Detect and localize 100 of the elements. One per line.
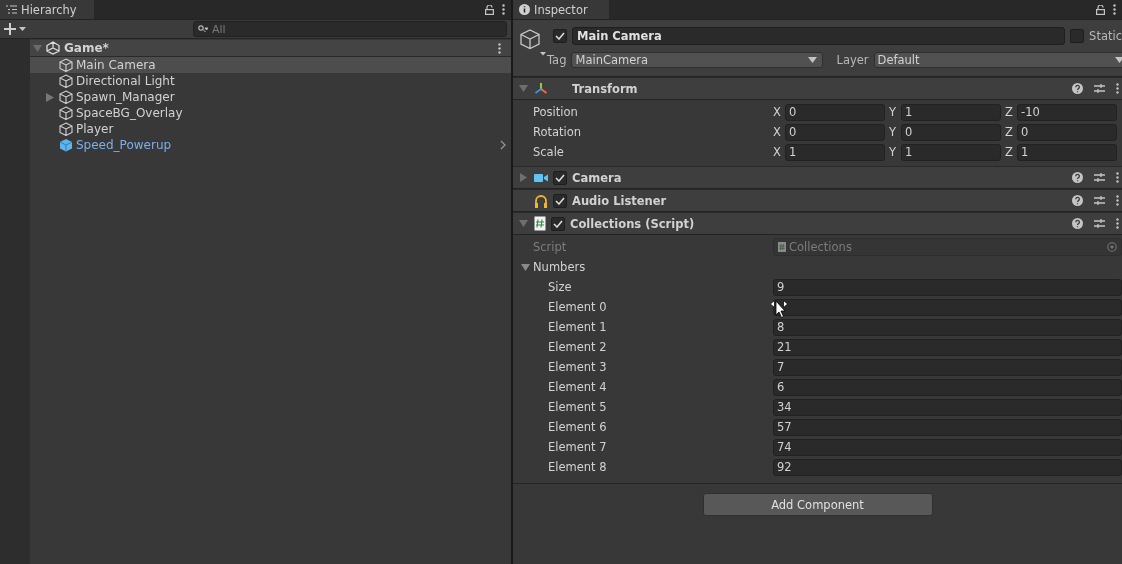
number-field[interactable]: 6 (773, 378, 1122, 396)
property-label: Element 8 (547, 460, 608, 474)
more-icon[interactable] (498, 42, 501, 54)
help-icon[interactable] (1072, 172, 1083, 183)
number-field[interactable]: 57 (773, 418, 1122, 436)
cube-icon (59, 138, 73, 152)
enabled-checkbox[interactable] (553, 193, 567, 208)
number-field[interactable]: 1 (1017, 143, 1117, 161)
scene-row[interactable]: Game* (30, 40, 511, 57)
number-field[interactable]: 0 (1017, 123, 1117, 141)
caret-icon (1115, 57, 1122, 63)
more-icon[interactable] (1116, 218, 1119, 229)
hierarchy-item[interactable]: Player (30, 121, 511, 137)
cube-icon (59, 106, 73, 120)
hierarchy-item[interactable]: Spawn_Manager (30, 89, 511, 105)
add-component-button[interactable]: Add Component (702, 493, 933, 516)
cube-icon (59, 74, 73, 88)
static-checkbox[interactable] (1070, 29, 1085, 43)
layer-dropdown[interactable]: Default (873, 52, 1122, 68)
caret-icon (808, 57, 818, 63)
property-label: Script (532, 240, 568, 254)
property-label: Element 1 (547, 320, 608, 334)
property-label: Rotation (532, 125, 583, 139)
component-header[interactable]: Transform (513, 77, 1122, 100)
add-dropdown-icon[interactable] (4, 23, 28, 35)
help-icon[interactable] (1072, 195, 1083, 206)
component-title: Camera (572, 170, 622, 185)
hierarchy-item[interactable]: Main Camera (30, 57, 511, 73)
more-icon[interactable] (502, 4, 505, 15)
number-field[interactable] (773, 298, 1122, 316)
chevron-right-icon[interactable] (500, 140, 506, 150)
list-icon (6, 5, 17, 14)
inspector-tab[interactable]: Inspector (513, 0, 609, 19)
sliders-icon[interactable] (1094, 83, 1105, 94)
unity-logo-icon (46, 41, 60, 55)
cube-icon (59, 90, 73, 104)
active-checkbox[interactable] (553, 29, 567, 43)
hierarchy-tab[interactable]: Hierarchy (0, 0, 94, 19)
number-field[interactable]: -10 (1017, 103, 1117, 121)
component-header[interactable]: Camera (513, 166, 1122, 189)
axis-label: Y (889, 105, 897, 119)
sliders-icon[interactable] (1094, 218, 1105, 229)
axis-label: Z (1005, 145, 1013, 159)
lock-icon[interactable] (485, 4, 494, 15)
help-icon[interactable] (1072, 83, 1083, 94)
more-icon[interactable] (1113, 4, 1116, 15)
number-field[interactable]: 1 (901, 103, 1001, 121)
hierarchy-item[interactable]: Directional Light (30, 73, 511, 89)
search-icon (198, 25, 208, 33)
search-field[interactable]: All (193, 21, 507, 37)
number-field[interactable]: 0 (785, 103, 885, 121)
component-header[interactable]: Collections (Script) (513, 212, 1122, 235)
component-header[interactable]: Audio Listener (513, 189, 1122, 212)
number-field[interactable]: 8 (773, 318, 1122, 336)
property-label: Size (547, 280, 573, 294)
number-field[interactable]: 74 (773, 438, 1122, 456)
more-icon[interactable] (1116, 83, 1119, 94)
expand-arrow-icon[interactable] (46, 92, 54, 102)
hierarchy-item[interactable]: Speed_Powerup (30, 137, 511, 153)
target-icon[interactable] (1107, 242, 1117, 252)
axis-label: X (773, 125, 781, 139)
sliders-icon[interactable] (1094, 172, 1105, 183)
number-field[interactable]: 92 (773, 458, 1122, 476)
more-icon[interactable] (1116, 172, 1119, 183)
sliders-icon[interactable] (1094, 195, 1105, 206)
number-field[interactable]: 7 (773, 358, 1122, 376)
property-label: Element 4 (547, 380, 608, 394)
info-icon (519, 4, 530, 15)
static-label: Static (1089, 29, 1122, 43)
list-label: Numbers (533, 260, 586, 274)
number-field[interactable]: 1 (901, 143, 1001, 161)
lock-icon[interactable] (1096, 4, 1105, 15)
property-label: Element 6 (547, 420, 608, 434)
enabled-checkbox[interactable] (553, 170, 567, 185)
number-field[interactable]: 0 (785, 123, 885, 141)
property-label: Scale (532, 145, 565, 159)
number-field[interactable]: 1 (785, 143, 885, 161)
property-label: Position (532, 105, 579, 119)
axis-label: Y (889, 145, 897, 159)
property-label: Element 0 (547, 300, 608, 314)
tag-label: Tag (547, 53, 567, 67)
expand-arrow-icon[interactable] (521, 262, 530, 272)
axis-label: Y (889, 125, 897, 139)
property-label: Element 3 (547, 360, 608, 374)
property-label: Element 7 (547, 440, 608, 454)
number-field[interactable]: 34 (773, 398, 1122, 416)
number-field[interactable]: 9 (773, 278, 1122, 296)
axis-label: X (773, 105, 781, 119)
layer-label: Layer (836, 53, 869, 67)
axis-label: Z (1005, 105, 1013, 119)
script-file-icon (534, 216, 546, 231)
number-field[interactable]: 0 (901, 123, 1001, 141)
name-field[interactable]: Main Camera (572, 27, 1066, 45)
tag-dropdown[interactable]: MainCamera (571, 52, 824, 68)
component-title: Transform (572, 81, 638, 96)
hierarchy-item[interactable]: SpaceBG_Overlay (30, 105, 511, 121)
help-icon[interactable] (1072, 218, 1083, 229)
enabled-checkbox[interactable] (551, 216, 565, 231)
more-icon[interactable] (1116, 195, 1119, 206)
number-field[interactable]: 21 (773, 338, 1122, 356)
